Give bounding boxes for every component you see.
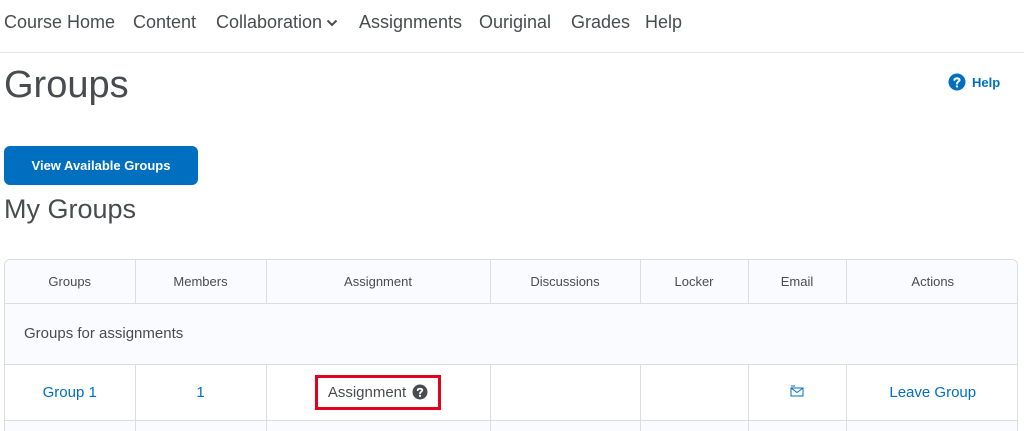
column-header-discussions: Discussions bbox=[490, 260, 641, 304]
column-header-groups: Groups bbox=[5, 260, 136, 304]
assignment-label: Assignment bbox=[327, 383, 407, 401]
nav-course-home[interactable]: Course Home bbox=[4, 12, 115, 33]
group-category-row: Groups for assignments bbox=[5, 303, 1017, 365]
nav-ouriginal[interactable]: Ouriginal bbox=[479, 12, 551, 33]
nav-content[interactable]: Content bbox=[133, 12, 196, 33]
top-navigation: Course Home Content Collaboration Assign… bbox=[0, 0, 1024, 53]
column-header-actions: Actions bbox=[846, 260, 1017, 304]
question-circle-icon[interactable] bbox=[412, 384, 428, 400]
help-link[interactable]: Help bbox=[948, 73, 1000, 91]
nav-assignments[interactable]: Assignments bbox=[359, 12, 462, 33]
members-count-link[interactable]: 1 bbox=[196, 384, 204, 401]
column-header-assignment: Assignment bbox=[266, 260, 491, 304]
discussions-cell bbox=[490, 364, 641, 421]
table-filler-row bbox=[5, 420, 1017, 431]
group-name-link[interactable]: Group 1 bbox=[43, 384, 97, 401]
view-available-groups-button[interactable]: View Available Groups bbox=[4, 146, 198, 185]
table-header-row: Groups Members Assignment Discussions Lo… bbox=[5, 260, 1017, 304]
help-label: Help bbox=[972, 74, 1001, 90]
page-title: Groups bbox=[4, 64, 129, 106]
column-header-locker: Locker bbox=[640, 260, 749, 304]
column-header-email: Email bbox=[748, 260, 847, 304]
question-circle-icon bbox=[948, 73, 966, 91]
assignment-cell: Assignment bbox=[314, 374, 442, 410]
email-icon[interactable] bbox=[790, 385, 804, 397]
table-row: Group 1 1 Assignment Leave Group bbox=[5, 364, 1017, 421]
section-title: My Groups bbox=[4, 194, 137, 224]
column-header-members: Members bbox=[135, 260, 267, 304]
group-category-label: Groups for assignments bbox=[5, 303, 1017, 365]
nav-help[interactable]: Help bbox=[645, 12, 682, 33]
locker-cell bbox=[640, 364, 749, 421]
leave-group-link[interactable]: Leave Group bbox=[889, 384, 976, 401]
nav-collaboration-label: Collaboration bbox=[216, 12, 323, 32]
nav-grades[interactable]: Grades bbox=[571, 12, 630, 33]
nav-collaboration[interactable]: Collaboration bbox=[216, 12, 338, 33]
chevron-down-icon bbox=[326, 20, 338, 27]
my-groups-table: Groups Members Assignment Discussions Lo… bbox=[4, 259, 1018, 431]
